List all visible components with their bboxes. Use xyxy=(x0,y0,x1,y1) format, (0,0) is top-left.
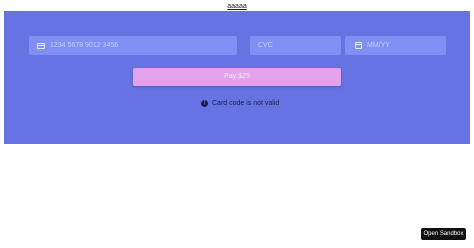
warning-icon: ! xyxy=(201,99,208,107)
error-message: ! Card code is not valid xyxy=(201,98,279,108)
open-sandbox-button[interactable]: Open Sandbox xyxy=(421,228,466,240)
expiry-placeholder: MM/YY xyxy=(367,42,390,49)
calendar-icon xyxy=(355,42,362,49)
expiry-field[interactable]: MM/YY xyxy=(345,36,446,55)
pay-button[interactable]: Pay $25 xyxy=(133,68,341,86)
payment-panel: 1234 5678 9012 3456 CVC MM/YY Pay $25 ! … xyxy=(4,11,470,144)
cvc-placeholder: CVC xyxy=(258,42,273,49)
credit-card-icon xyxy=(37,42,45,49)
cvc-field[interactable]: CVC xyxy=(250,36,341,55)
error-text: Card code is not valid xyxy=(212,99,280,107)
card-number-placeholder: 1234 5678 9012 3456 xyxy=(50,42,119,49)
top-link[interactable]: aaaaa xyxy=(0,3,474,11)
card-number-field[interactable]: 1234 5678 9012 3456 xyxy=(29,36,237,55)
